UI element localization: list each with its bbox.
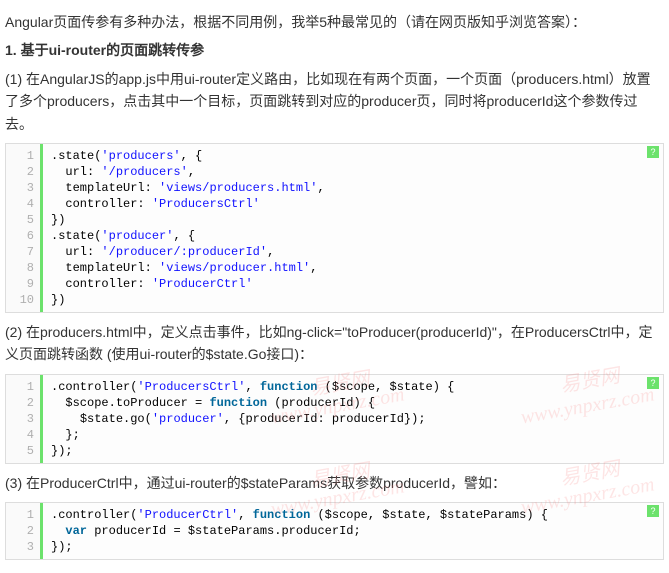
section-heading-1: 1. 基于ui-router的页面跳转传参 bbox=[5, 39, 664, 61]
line-gutter: 12345 bbox=[6, 375, 43, 463]
code-content: .controller('ProducersCtrl', function ($… bbox=[43, 375, 663, 463]
code-content: .state('producers', { url: '/producers',… bbox=[43, 144, 663, 312]
code-content: .controller('ProducerCtrl', function ($s… bbox=[43, 503, 663, 559]
help-icon[interactable]: ? bbox=[647, 505, 659, 517]
code-block-2: 12345 .controller('ProducersCtrl', funct… bbox=[5, 374, 664, 464]
paragraph-3: (3) 在ProducerCtrl中，通过ui-router的$statePar… bbox=[5, 472, 664, 494]
intro-text: Angular页面传参有多种办法，根据不同用例，我举5种最常见的（请在网页版知乎… bbox=[5, 11, 664, 33]
code-block-1: 12345678910 .state('producers', { url: '… bbox=[5, 143, 664, 313]
paragraph-2: (2) 在producers.html中，定义点击事件，比如ng-click="… bbox=[5, 321, 664, 366]
code-block-3: 123 .controller('ProducerCtrl', function… bbox=[5, 502, 664, 560]
line-gutter: 123 bbox=[6, 503, 43, 559]
paragraph-1: (1) 在AngularJS的app.js中用ui-router定义路由，比如现… bbox=[5, 68, 664, 135]
line-gutter: 12345678910 bbox=[6, 144, 43, 312]
help-icon[interactable]: ? bbox=[647, 146, 659, 158]
help-icon[interactable]: ? bbox=[647, 377, 659, 389]
